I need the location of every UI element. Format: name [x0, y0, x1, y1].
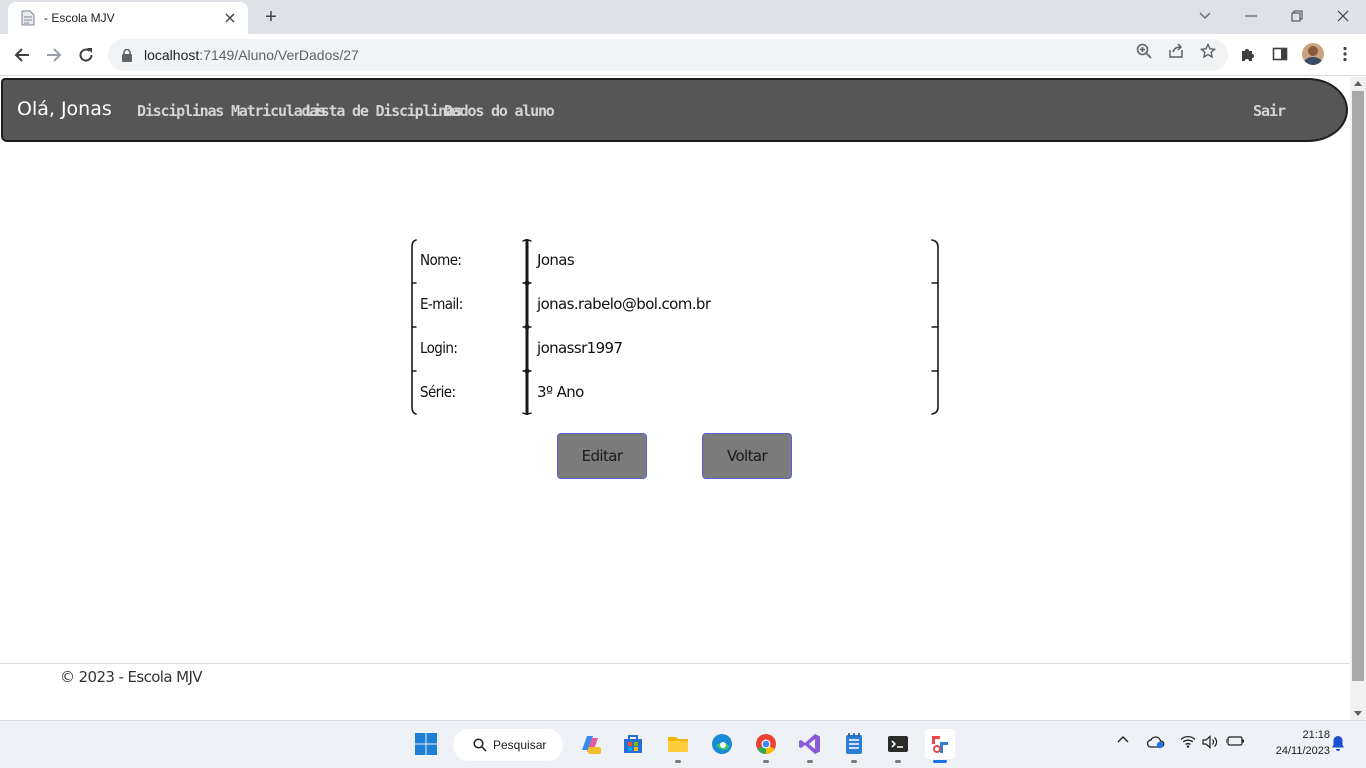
clock-time: 21:18: [1302, 729, 1330, 741]
taskbar-search-box[interactable]: Pesquisar: [453, 729, 563, 761]
table-row: Série: 3º Ano: [410, 371, 940, 415]
extensions-puzzle-icon[interactable]: [1238, 44, 1258, 64]
edit-button[interactable]: Editar: [557, 433, 647, 479]
table-row: Login: jonassr1997: [410, 327, 940, 371]
menu-kebab-icon[interactable]: [1335, 44, 1355, 64]
page-viewport: Olá, Jonas Disciplinas Matriculadas List…: [0, 77, 1350, 720]
minimize-button[interactable]: [1228, 0, 1274, 32]
new-tab-button[interactable]: +: [260, 6, 282, 28]
file-explorer-icon[interactable]: [663, 729, 693, 763]
tab-title: - Escola MJV: [44, 11, 115, 25]
tab-close-icon[interactable]: ×: [222, 10, 238, 26]
tab-search-chevron-icon[interactable]: [1182, 0, 1228, 32]
share-icon[interactable]: [1167, 42, 1185, 60]
page-scrollbar[interactable]: [1350, 77, 1366, 720]
field-label: Nome:: [420, 251, 462, 269]
edge-browser-icon[interactable]: [707, 729, 737, 759]
notepad-icon[interactable]: [839, 729, 869, 763]
logout-link[interactable]: Sair: [1253, 102, 1286, 120]
windows-taskbar: Pesquisar 21:18 24/11/2023: [0, 720, 1366, 768]
restore-button[interactable]: [1274, 0, 1320, 32]
field-value: jonas.rabelo@bol.com.br: [537, 295, 711, 313]
zoom-icon[interactable]: [1135, 42, 1153, 60]
url-host: localhost: [144, 47, 200, 63]
back-arrow-icon[interactable]: [10, 43, 34, 67]
onedrive-cloud-icon[interactable]: [1146, 735, 1166, 749]
lock-icon[interactable]: [122, 48, 134, 62]
scrollbar-thumb[interactable]: [1352, 91, 1364, 681]
forward-arrow-icon[interactable]: [42, 43, 66, 67]
field-value: 3º Ano: [537, 383, 584, 401]
scroll-down-icon[interactable]: [1354, 711, 1362, 716]
visual-studio-icon[interactable]: [795, 729, 825, 763]
reload-icon[interactable]: [74, 43, 98, 67]
terminal-icon[interactable]: [883, 729, 913, 763]
field-value: Jonas: [537, 251, 575, 269]
scroll-up-icon[interactable]: [1354, 81, 1362, 86]
field-label: E-mail:: [420, 295, 463, 313]
nav-link-student-data[interactable]: Dados do aluno: [444, 102, 555, 120]
profile-avatar[interactable]: [1302, 43, 1324, 65]
taskbar-clock[interactable]: 21:18 24/11/2023: [1254, 727, 1330, 759]
site-navbar: Olá, Jonas Disciplinas Matriculadas List…: [1, 78, 1348, 142]
student-data-table: Nome: Jonas E-mail: jonas.rabelo@bol.com…: [410, 239, 940, 415]
battery-icon[interactable]: [1226, 735, 1246, 747]
address-bar[interactable]: localhost:7149/Aluno/VerDados/27: [108, 39, 1228, 71]
nav-link-course-list[interactable]: Lista de Disciplinas: [305, 102, 463, 120]
browser-toolbar: localhost:7149/Aluno/VerDados/27: [0, 34, 1366, 76]
field-label: Série:: [420, 383, 456, 401]
back-button[interactable]: Voltar: [702, 433, 792, 479]
chrome-browser-icon[interactable]: [751, 729, 781, 763]
clock-date: 24/11/2023: [1275, 745, 1330, 757]
field-value: jonassr1997: [537, 339, 623, 357]
footer-copyright: © 2023 - Escola MJV: [60, 668, 203, 686]
page-favicon-icon: [20, 10, 36, 26]
copilot-icon[interactable]: [575, 729, 605, 759]
table-row: Nome: Jonas: [410, 239, 940, 283]
browser-tab[interactable]: - Escola MJV ×: [8, 2, 248, 34]
start-windows-icon[interactable]: [411, 729, 441, 759]
nav-link-enrolled-courses[interactable]: Disciplinas Matriculadas: [137, 102, 326, 120]
search-label: Pesquisar: [493, 738, 547, 752]
volume-icon[interactable]: [1202, 735, 1218, 749]
close-window-button[interactable]: [1320, 0, 1366, 32]
tray-chevron-up-icon[interactable]: [1116, 735, 1130, 743]
search-icon: [473, 738, 487, 752]
table-row: E-mail: jonas.rabelo@bol.com.br: [410, 283, 940, 327]
snipping-tool-icon[interactable]: [925, 729, 955, 763]
bookmark-star-icon[interactable]: [1199, 42, 1217, 60]
wifi-icon[interactable]: [1180, 735, 1196, 748]
notification-bell-icon[interactable]: [1330, 735, 1346, 751]
greeting-brand[interactable]: Olá, Jonas: [17, 98, 112, 120]
browser-tab-strip: - Escola MJV × +: [0, 0, 1366, 34]
page-footer: © 2023 - Escola MJV: [0, 663, 1350, 720]
microsoft-store-icon[interactable]: [618, 729, 648, 759]
field-label: Login:: [420, 339, 458, 357]
side-panel-icon[interactable]: [1270, 44, 1290, 64]
url-path: :7149/Aluno/VerDados/27: [199, 47, 359, 63]
